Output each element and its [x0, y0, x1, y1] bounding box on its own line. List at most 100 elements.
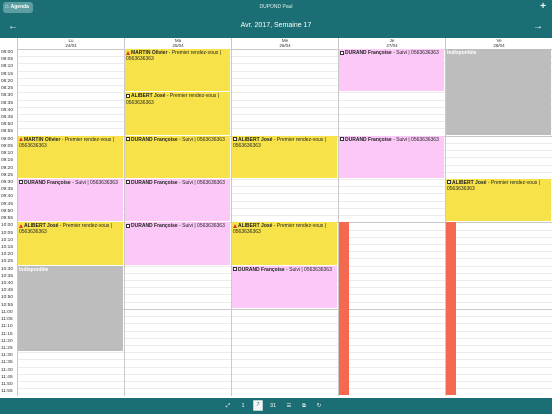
appointment-details: - Suivi | 0563636363 [177, 179, 225, 186]
appointment[interactable]: MARTIN Olivier - Premier rendez-vous | 0… [125, 49, 230, 93]
appointment[interactable]: DURAND Françoise - Suivi | 0563636363 [125, 222, 230, 266]
appointment[interactable]: DURAND Françoise - Suivi | 0563636363 [339, 135, 444, 179]
time-label: 08:55 [1, 129, 14, 135]
time-label: 09:30 [1, 179, 14, 185]
appointment-details: - Suivi | 0563636363 [391, 136, 439, 143]
appointment-details: - Suivi | 0563636363 [284, 266, 332, 273]
expand-icon[interactable]: ⤢ [223, 401, 233, 411]
time-label: 10:00 [1, 223, 14, 229]
warning-icon [126, 50, 130, 55]
time-label: 11:20 [1, 338, 13, 344]
appointment[interactable]: ALIBERT José - Premier rendez-vous | 056… [232, 135, 337, 179]
time-label: 10:45 [1, 288, 14, 294]
appointment[interactable]: DURAND Françoise - Suivi | 0563636363 [125, 178, 230, 223]
time-label: 08:25 [1, 86, 14, 92]
time-label: 09:50 [1, 208, 14, 214]
appointment-details: - Suivi | 0563636363 [70, 179, 118, 186]
patient-name: ALIBERT José [24, 223, 59, 230]
time-label: 09:00 [1, 136, 14, 142]
appointment[interactable]: MARTIN Olivier - Premier rendez-vous | 0… [18, 135, 123, 179]
patient-name: DURAND Françoise [131, 136, 178, 143]
appointment[interactable]: ALIBERT José - Premier rendez-vous | 056… [446, 178, 551, 223]
week-title: Avr. 2017, Semaine 17 [240, 22, 312, 29]
patient-name: DURAND Françoise [131, 223, 178, 230]
appointment-details: - Suivi | 0563636363 [177, 136, 225, 143]
slot-line [17, 381, 552, 383]
warning-icon [19, 223, 23, 228]
patient-name: ALIBERT José [131, 93, 166, 100]
week-view-button[interactable]: 7 [253, 400, 263, 411]
day-date: 24/04 [65, 43, 77, 48]
day-header-je: Je 27/04 [338, 38, 445, 49]
appointment[interactable]: ALIBERT José - Premier rendez-vous | 056… [18, 222, 123, 266]
patient-name: DURAND Françoise [238, 266, 285, 273]
day-date: 25/04 [172, 43, 184, 48]
time-label: 08:40 [1, 107, 14, 113]
time-label: 11:30 [1, 353, 13, 359]
time-label: 11:40 [1, 367, 13, 373]
patient-name: DURAND Françoise [345, 50, 392, 56]
appointment-details: - Suivi | 0563636363 [177, 223, 225, 230]
time-label: 11:05 [1, 317, 13, 323]
day-view-button[interactable]: 1 [238, 401, 248, 411]
time-label: 09:25 [1, 172, 14, 178]
time-label: 10:55 [1, 302, 14, 308]
time-label: 10:10 [1, 237, 14, 243]
export-icon[interactable]: ⧉ [299, 401, 309, 411]
time-label: 10:50 [1, 295, 14, 301]
person-icon [126, 137, 130, 142]
time-grid: 08:00 08:05 08:10 08:15 08:20 08:25 08:30 08:35… [0, 49, 552, 396]
blocked-slot-bar [339, 222, 349, 396]
time-label: 09:15 [1, 158, 14, 164]
person-icon [340, 50, 344, 55]
time-label: 09:35 [1, 187, 14, 193]
person-icon [126, 223, 130, 228]
refresh-icon[interactable]: ↻ [314, 401, 324, 411]
time-label: 08:15 [1, 71, 14, 77]
person-icon [233, 137, 237, 142]
time-label: 10:20 [1, 252, 14, 258]
list-view-icon[interactable]: ☰ [284, 401, 294, 411]
time-label: 08:00 [1, 50, 14, 55]
time-label: 10:40 [1, 281, 14, 287]
unavailable-block[interactable]: Indisponible [18, 265, 123, 353]
time-label: 08:05 [1, 57, 14, 63]
time-label: 09:05 [1, 143, 14, 149]
warning-icon [233, 223, 237, 228]
bottom-toolbar: ⤢ 1 7 31 ☰ ⧉ ↻ [0, 398, 552, 414]
person-icon [340, 137, 344, 142]
patient-name: MARTIN Olivier [131, 50, 168, 56]
time-label: 11:00 [1, 309, 13, 315]
blocked-slot-bar [446, 222, 456, 396]
practitioner-name: DUPOND Paul [259, 4, 293, 10]
time-label: 08:30 [1, 93, 14, 99]
appointment[interactable]: DURAND Françoise - Suivi | 0563636363 [232, 265, 337, 309]
time-label: 08:35 [1, 100, 14, 106]
calendar-grid: Lu 24/04 Ma 25/04 Me 26/04 Je 27/04 Ve 28/04 08:0… [0, 38, 552, 398]
appointment[interactable]: ALIBERT José - Premier rendez-vous | 056… [232, 222, 337, 266]
time-label: 10:05 [1, 230, 14, 236]
month-view-button[interactable]: 31 [268, 401, 278, 411]
person-icon [126, 180, 130, 185]
appointment[interactable]: ALIBERT José - Premier rendez-vous | 056… [125, 92, 230, 136]
slot-line [17, 352, 552, 354]
time-label: 08:45 [1, 114, 14, 120]
time-label: 09:40 [1, 194, 14, 200]
unavailable-block[interactable]: Indisponible [446, 49, 551, 136]
time-label: 10:25 [1, 259, 14, 265]
appointment[interactable]: DURAND Françoise - Suivi | 0563636363 [125, 135, 230, 179]
next-week-button[interactable]: → [533, 21, 543, 33]
day-date: 26/04 [279, 43, 291, 48]
add-appointment-button[interactable]: + [540, 1, 546, 13]
slot-line [17, 366, 552, 368]
slot-line [17, 388, 552, 390]
slot-line [17, 373, 552, 375]
warning-icon [19, 137, 23, 142]
time-label: 08:10 [1, 64, 14, 70]
patient-name: ALIBERT José [238, 223, 273, 230]
person-icon [126, 93, 130, 98]
appointment[interactable]: DURAND Françoise - Suivi | 0563636363 [18, 178, 123, 223]
time-label: 08:20 [1, 78, 14, 84]
day-header-me: Me 26/04 [231, 38, 338, 49]
appointment[interactable]: DURAND Françoise - Suivi | 0563636363 [339, 49, 444, 93]
